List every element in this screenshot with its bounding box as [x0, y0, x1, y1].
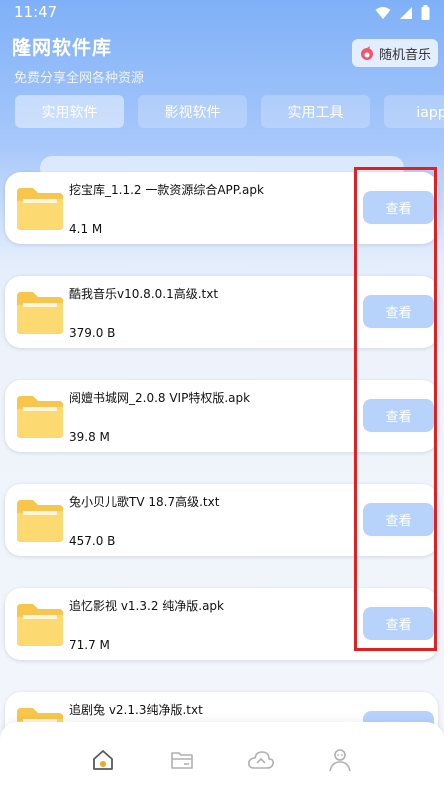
- file-name: 酷我音乐v10.8.0.1高级.txt: [69, 287, 219, 301]
- wifi-icon: [375, 6, 391, 19]
- folder-icon: [17, 292, 63, 334]
- file-name: 追剧兔 v2.1.3纯净版.txt: [69, 703, 203, 717]
- nav-home[interactable]: [83, 742, 123, 778]
- signal-icon: [400, 6, 412, 19]
- tab-video-software[interactable]: 影视软件: [138, 95, 247, 128]
- folder-icon: [17, 604, 63, 646]
- folder-icon: [17, 500, 63, 542]
- random-music-button[interactable]: 随机音乐: [352, 39, 438, 67]
- music-flame-icon: [360, 46, 373, 60]
- file-size: 71.7 M: [69, 638, 110, 652]
- file-name: 挖宝库_1.1.2 一款资源综合APP.apk: [69, 183, 264, 197]
- file-name: 兔小贝儿歌TV 18.7高级.txt: [69, 495, 220, 509]
- nav-folder[interactable]: [162, 742, 202, 778]
- nav-cloud[interactable]: [241, 742, 281, 778]
- status-time: 11:47: [14, 3, 58, 21]
- status-icons: [375, 5, 430, 20]
- tab-utility-tools[interactable]: 实用工具: [261, 95, 370, 128]
- random-music-label: 随机音乐: [378, 47, 431, 63]
- folder-icon: [17, 188, 63, 230]
- file-size: 457.0 B: [69, 534, 116, 548]
- battery-icon: [421, 5, 430, 20]
- file-name: 阅嬗书城网_2.0.8 VIP特权版.apk: [69, 391, 251, 405]
- app-subtitle: 免费分享全网各种资源: [14, 71, 145, 86]
- category-tabs: 实用软件 影视软件 实用工具 iapp源: [15, 95, 444, 131]
- file-size: 39.8 M: [69, 430, 110, 444]
- status-bar: 11:47: [0, 0, 444, 26]
- app-title: 隆网软件库: [12, 37, 113, 59]
- file-name: 追忆影视 v1.3.2 纯净版.apk: [69, 599, 224, 613]
- bottom-nav: [0, 722, 444, 791]
- tab-utility-software[interactable]: 实用软件: [15, 95, 124, 128]
- folder-icon: [17, 396, 63, 438]
- file-size: 4.1 M: [69, 222, 103, 236]
- profile-icon: [329, 749, 351, 772]
- highlight-box: [354, 167, 437, 651]
- folder-icon: [171, 752, 193, 769]
- cloud-icon: [248, 751, 274, 769]
- nav-profile[interactable]: [320, 742, 360, 778]
- home-icon: [93, 750, 113, 770]
- file-size: 379.0 B: [69, 326, 116, 340]
- tab-iapp-source[interactable]: iapp源: [384, 95, 444, 128]
